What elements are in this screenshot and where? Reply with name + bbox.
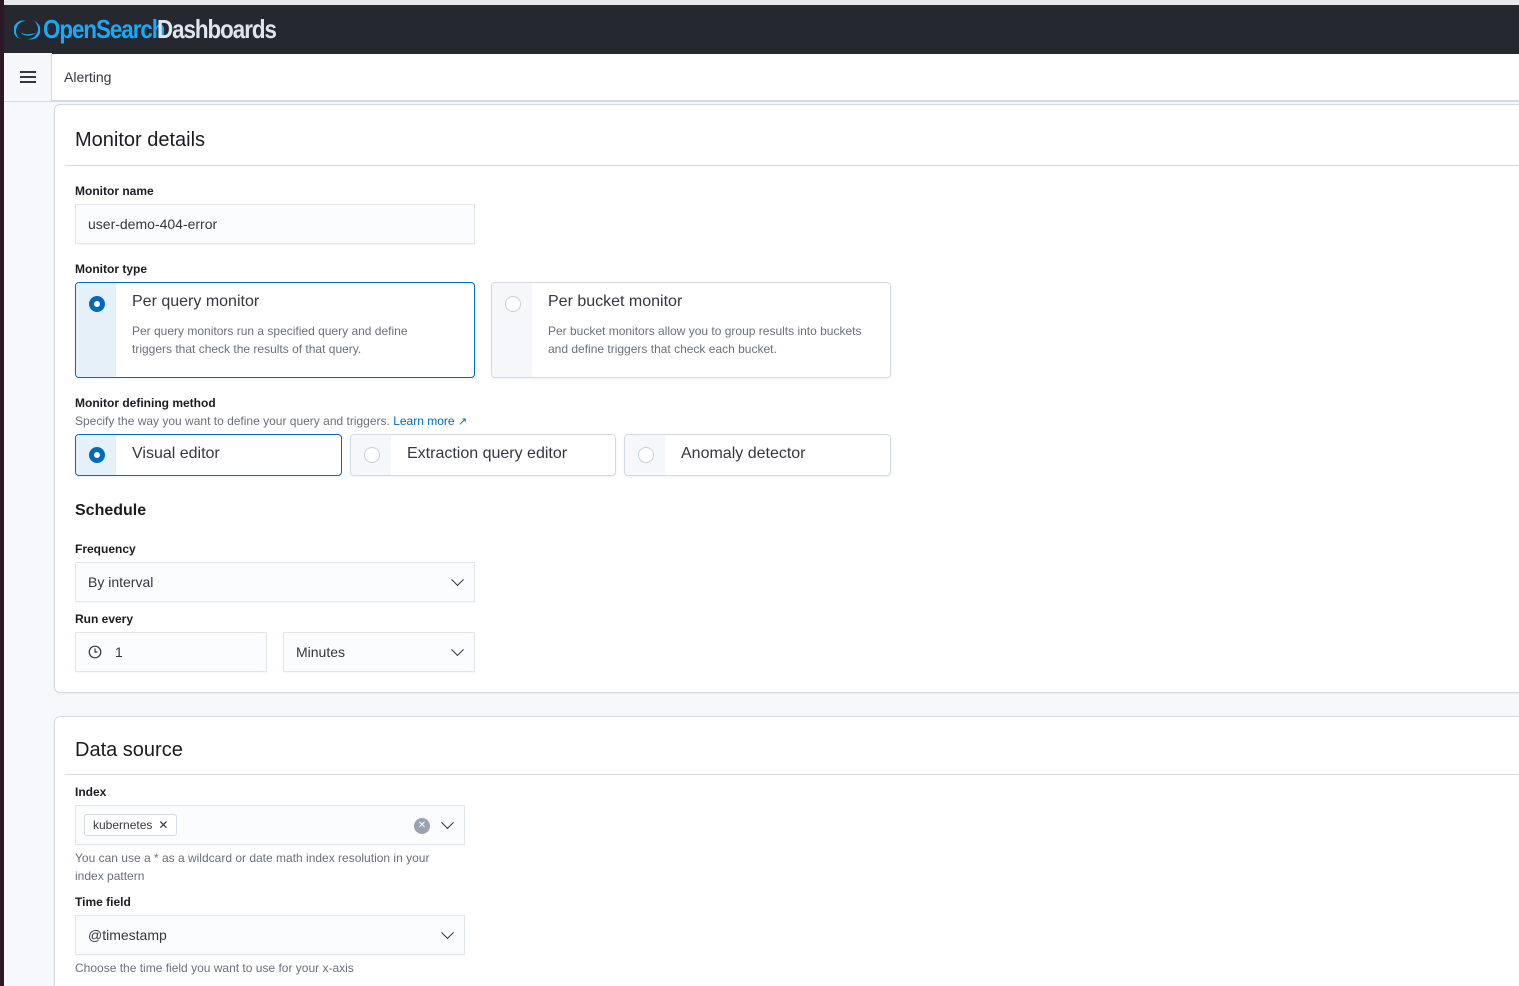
monitor-type-label: Monitor type	[75, 262, 147, 276]
learn-more-text: Learn more	[393, 414, 455, 428]
index-combobox[interactable]: kubernetes ✕ ✕	[75, 805, 465, 845]
per-query-title: Per query monitor	[132, 293, 260, 310]
monitor-type-per-query[interactable]: Per query monitor Per query monitors run…	[75, 282, 475, 378]
per-query-description-2: triggers that check the results of that …	[132, 342, 362, 356]
time-field-label: Time field	[75, 895, 131, 909]
index-label: Index	[75, 785, 107, 799]
index-help-line-2: index pattern	[75, 869, 145, 883]
method-visual-editor[interactable]: Visual editor	[75, 434, 342, 476]
per-query-description-1: Per query monitors run a specified query…	[132, 324, 408, 338]
per-bucket-description-1: Per bucket monitors allow you to group r…	[548, 324, 862, 338]
per-query-radio[interactable]	[89, 296, 105, 312]
clear-icon[interactable]: ✕	[414, 818, 430, 834]
per-bucket-description-2: and define triggers that check each buck…	[548, 342, 777, 356]
per-bucket-title: Per bucket monitor	[548, 293, 683, 310]
run-every-input[interactable]: 1	[75, 632, 267, 672]
hamburger-menu-icon	[19, 71, 36, 83]
frequency-value: By interval	[88, 574, 154, 590]
monitor-name-value: user-demo-404-error	[88, 216, 218, 232]
anomaly-detector-radio[interactable]	[638, 447, 654, 463]
run-every-unit-value: Minutes	[296, 644, 346, 660]
remove-pill-icon[interactable]: ✕	[158, 818, 168, 832]
anomaly-detector-label: Anomaly detector	[681, 445, 806, 462]
data-source-title: Data source	[75, 739, 183, 761]
time-field-select[interactable]: @timestamp	[75, 915, 465, 955]
defining-method-label: Monitor defining method	[75, 396, 216, 410]
chevron-down-icon	[451, 573, 464, 587]
extraction-query-radio[interactable]	[364, 447, 380, 463]
external-link-icon: ↗	[457, 416, 468, 428]
monitor-details-panel: Monitor details Monitor name user-demo-4…	[54, 104, 1519, 693]
visual-editor-radio[interactable]	[89, 447, 105, 463]
index-pill-label: kubernetes	[93, 818, 153, 832]
learn-more-link[interactable]: Learn more ↗	[393, 414, 467, 428]
index-pill-kubernetes: kubernetes ✕	[84, 814, 178, 836]
run-every-label: Run every	[75, 612, 134, 626]
index-help-line-1: You can use a * as a wildcard or date ma…	[75, 851, 430, 865]
defining-method-help: Specify the way you want to define your …	[75, 414, 467, 428]
chevron-down-icon	[441, 926, 454, 940]
brand-name-dashboards: Dashboards	[157, 14, 277, 44]
method-extraction-query-editor[interactable]: Extraction query editor	[350, 434, 616, 476]
per-bucket-radio[interactable]	[505, 296, 521, 312]
divider	[65, 774, 1519, 775]
monitor-name-input[interactable]: user-demo-404-error	[75, 204, 475, 244]
time-field-help: Choose the time field you want to use fo…	[75, 961, 354, 975]
extraction-query-label: Extraction query editor	[407, 445, 568, 462]
run-every-value: 1	[115, 644, 123, 660]
data-source-panel: Data source Index kubernetes ✕ ✕ You can…	[54, 716, 1519, 986]
monitor-details-title: Monitor details	[75, 129, 206, 151]
chevron-down-icon[interactable]	[441, 816, 454, 830]
breadcrumb-alerting[interactable]: Alerting	[64, 69, 111, 85]
monitor-name-label: Monitor name	[75, 184, 154, 198]
time-field-value: @timestamp	[88, 927, 167, 943]
visual-editor-label: Visual editor	[132, 445, 220, 462]
opensearch-logo-icon	[14, 20, 40, 39]
chevron-down-icon	[451, 643, 464, 657]
opensearch-logo[interactable]: OpenSearch Dashboards	[14, 14, 295, 45]
header-bar: Alerting	[4, 53, 1519, 102]
brand-name-opensearch: OpenSearch	[43, 14, 165, 44]
schedule-title: Schedule	[75, 502, 147, 519]
monitor-type-per-bucket[interactable]: Per bucket monitor Per bucket monitors a…	[491, 282, 891, 378]
run-every-unit-select[interactable]: Minutes	[283, 632, 475, 672]
top-nav-bar: OpenSearch Dashboards	[4, 5, 1519, 54]
menu-toggle-button[interactable]	[4, 53, 52, 101]
defining-method-help-text: Specify the way you want to define your …	[75, 414, 390, 428]
method-anomaly-detector[interactable]: Anomaly detector	[624, 434, 891, 476]
clock-icon	[88, 645, 102, 659]
frequency-select[interactable]: By interval	[75, 562, 475, 602]
divider	[65, 165, 1519, 166]
frequency-label: Frequency	[75, 542, 136, 556]
desktop-edge	[0, 0, 4, 986]
